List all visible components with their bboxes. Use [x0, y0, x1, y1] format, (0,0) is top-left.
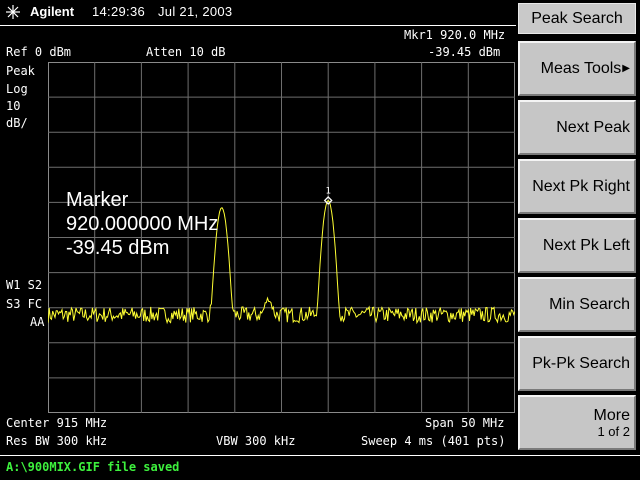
agilent-logo-icon	[6, 5, 20, 19]
softkey-min-search[interactable]: Min Search	[518, 277, 636, 332]
softkey-next-pk-left[interactable]: Next Pk Left	[518, 218, 636, 273]
marker-readout-label: Marker	[66, 189, 129, 211]
trace-flags-1: W1 S2	[6, 278, 43, 292]
softkey-more-label: More	[593, 406, 630, 424]
center-frequency[interactable]: Center 915 MHz	[6, 416, 107, 430]
softkey-label: Min Search	[549, 295, 630, 313]
status-bar: A:\900MIX.GIF file saved	[0, 455, 640, 480]
trace-flags-3: AA	[30, 315, 45, 329]
video-bandwidth[interactable]: VBW 300 kHz	[216, 434, 295, 448]
softkey-menu-title: Peak Search	[518, 3, 636, 34]
marker-frequency-readout: Mkr1 920.0 MHz	[404, 28, 506, 42]
submenu-arrow-icon: ▶	[622, 63, 630, 74]
resolution-bandwidth[interactable]: Res BW 300 kHz	[6, 434, 107, 448]
marker-number-label: 1	[325, 186, 330, 196]
softkey-pk-pk-search[interactable]: Pk-Pk Search	[518, 336, 636, 391]
spectrum-analyzer-screen: Agilent 14:29:36 Jul 21, 2003 Mkr1 920.0…	[0, 0, 640, 480]
marker-readout-amplitude: -39.45 dBm	[66, 237, 170, 259]
sweep-time[interactable]: Sweep 4 ms (401 pts)	[361, 434, 506, 448]
softkey-label: Meas Tools	[540, 59, 622, 77]
status-divider	[0, 455, 640, 456]
trace-flags-2: S3 FC	[6, 297, 43, 311]
brand-name: Agilent	[30, 4, 75, 19]
marker-readout-frequency: 920.000000 MHz	[66, 213, 219, 235]
softkey-label: Next Peak	[556, 118, 630, 136]
softkey-meas-tools[interactable]: Meas Tools ▶	[518, 41, 636, 96]
softkey-label: Pk-Pk Search	[532, 354, 630, 372]
detector-mode: Peak	[6, 64, 35, 78]
scale-type: Log	[6, 82, 28, 96]
softkey-label: Next Pk Right	[532, 177, 630, 195]
softkey-next-pk-right[interactable]: Next Pk Right	[518, 159, 636, 214]
softkey-page-indicator: 1 of 2	[597, 423, 630, 439]
clock-time: 14:29:36	[92, 4, 146, 19]
span[interactable]: Span 50 MHz	[425, 416, 504, 430]
header-bar: Agilent 14:29:36 Jul 21, 2003	[0, 0, 516, 26]
status-message: A:\900MIX.GIF file saved	[6, 460, 180, 474]
scale-units: dB/	[6, 116, 28, 130]
marker-amplitude-readout: -39.45 dBm	[428, 45, 501, 59]
softkey-more[interactable]: More 1 of 2	[518, 395, 636, 450]
header-divider	[0, 25, 516, 26]
clock-date: Jul 21, 2003	[158, 4, 233, 19]
marker-readout: Marker 920.000000 MHz -39.45 dBm	[66, 188, 218, 260]
softkey-next-peak[interactable]: Next Peak	[518, 100, 636, 155]
attenuation[interactable]: Atten 10 dB	[146, 45, 225, 59]
scale-value: 10	[6, 99, 21, 113]
reference-level[interactable]: Ref 0 dBm	[6, 45, 71, 59]
softkey-label: Next Pk Left	[542, 236, 630, 254]
